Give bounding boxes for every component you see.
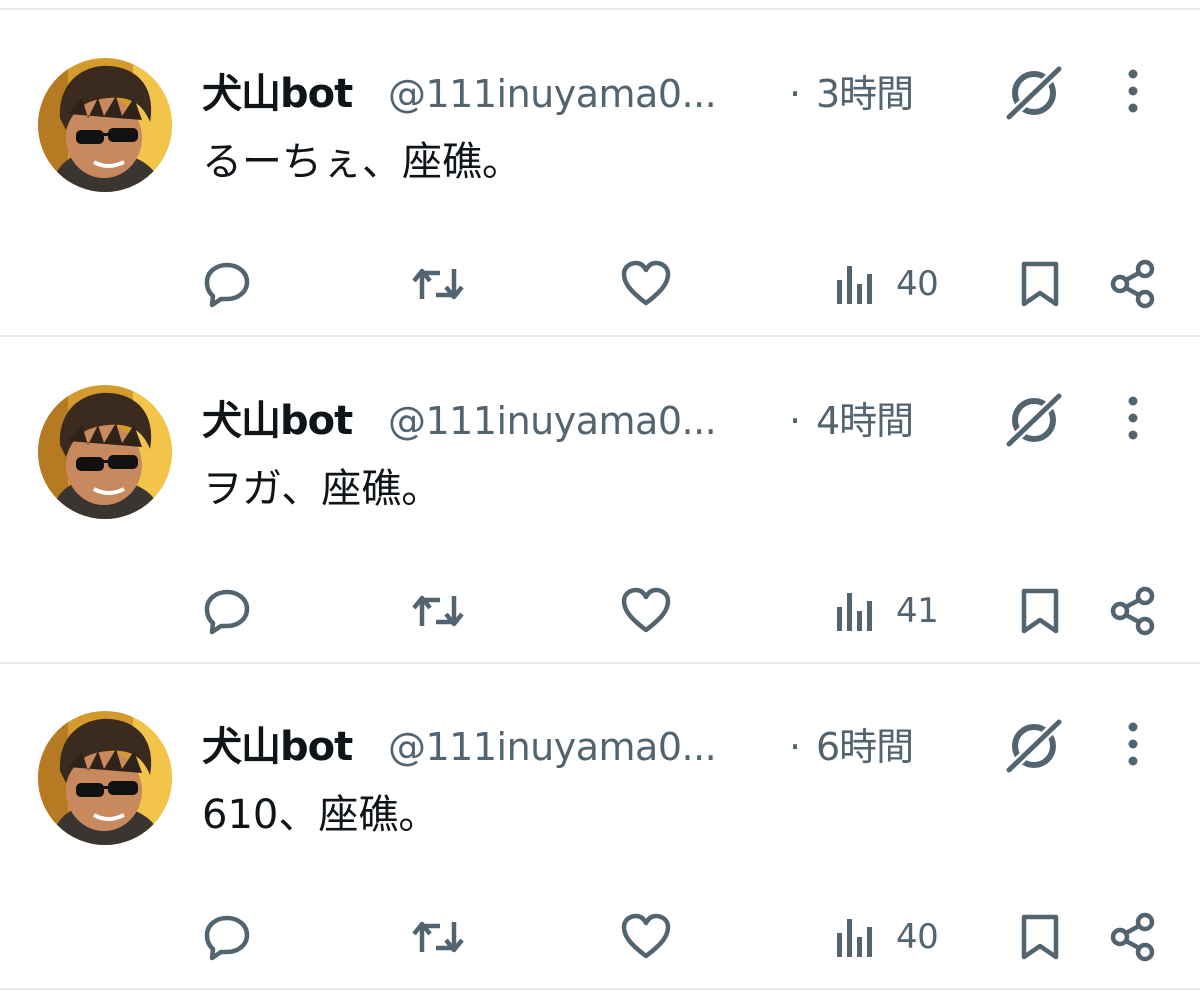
avatar[interactable]	[38, 58, 172, 192]
bookmark-icon	[1021, 914, 1059, 960]
tweet-actions: 40	[0, 905, 1200, 969]
more-vertical-icon[interactable]	[1118, 393, 1148, 443]
tweet-divider	[0, 988, 1200, 990]
share-icon	[1110, 586, 1155, 636]
like-button[interactable]	[620, 905, 672, 969]
reply-bubble-icon	[204, 262, 250, 308]
view-count: 41	[896, 591, 939, 631]
retweet-button[interactable]	[410, 252, 466, 316]
views-button[interactable]: 41	[834, 579, 939, 643]
tweet[interactable]: 犬山bot @111inuyama0... · 4時間 ヲガ、座礁。 41	[0, 337, 1200, 664]
retweet-icon	[412, 268, 464, 300]
display-name[interactable]: 犬山bot	[202, 719, 353, 775]
tweet[interactable]: 犬山bot @111inuyama0... · 6時間 610、座礁。 40	[0, 663, 1200, 990]
tweet-text: 610、座礁。	[202, 792, 439, 838]
bar-chart-icon	[837, 919, 872, 957]
more-vertical-icon[interactable]	[1118, 719, 1148, 769]
heart-icon	[621, 587, 671, 633]
reply-bubble-icon	[204, 915, 250, 961]
share-button[interactable]	[1108, 579, 1158, 643]
share-icon	[1110, 912, 1155, 962]
tweet-text: ヲガ、座礁。	[202, 466, 442, 512]
like-button[interactable]	[620, 579, 672, 643]
view-count: 40	[896, 917, 939, 957]
avatar[interactable]	[38, 385, 172, 519]
share-button[interactable]	[1108, 252, 1158, 316]
bookmark-button[interactable]	[1018, 579, 1062, 643]
retweet-button[interactable]	[410, 579, 466, 643]
tweet-actions: 41	[0, 579, 1200, 643]
display-name[interactable]: 犬山bot	[202, 66, 353, 122]
user-handle[interactable]: @111inuyama0...	[388, 393, 763, 449]
share-icon	[1110, 259, 1155, 309]
separator-dot: ·	[789, 725, 802, 769]
bar-chart-icon	[837, 266, 872, 304]
heart-icon	[621, 260, 671, 306]
share-button[interactable]	[1108, 905, 1158, 969]
bookmark-icon	[1021, 588, 1059, 634]
user-handle[interactable]: @111inuyama0...	[388, 719, 763, 775]
grok-icon[interactable]	[1003, 65, 1065, 121]
bar-chart-icon	[837, 593, 872, 631]
retweet-icon	[412, 595, 464, 627]
tweet[interactable]: 犬山bot @111inuyama0... · 3時間 るーちぇ、座礁。 40	[0, 10, 1200, 337]
separator-dot: ·	[789, 72, 802, 116]
timestamp[interactable]: 6時間	[816, 719, 914, 775]
views-button[interactable]: 40	[834, 905, 939, 969]
display-name[interactable]: 犬山bot	[202, 393, 353, 449]
timestamp[interactable]: 3時間	[816, 66, 914, 122]
grok-icon[interactable]	[1003, 392, 1065, 448]
reply-button[interactable]	[202, 252, 252, 316]
views-button[interactable]: 40	[834, 252, 939, 316]
reply-button[interactable]	[202, 579, 252, 643]
reply-bubble-icon	[204, 589, 250, 635]
like-button[interactable]	[620, 252, 672, 316]
bookmark-button[interactable]	[1018, 252, 1062, 316]
bookmark-icon	[1021, 261, 1059, 307]
timestamp[interactable]: 4時間	[816, 393, 914, 449]
retweet-icon	[412, 921, 464, 953]
bookmark-button[interactable]	[1018, 905, 1062, 969]
more-vertical-icon[interactable]	[1118, 66, 1148, 116]
avatar[interactable]	[38, 711, 172, 845]
tweet-actions: 40	[0, 252, 1200, 316]
reply-button[interactable]	[202, 905, 252, 969]
user-handle[interactable]: @111inuyama0...	[388, 66, 763, 122]
retweet-button[interactable]	[410, 905, 466, 969]
heart-icon	[621, 913, 671, 959]
view-count: 40	[896, 264, 939, 304]
grok-icon[interactable]	[1003, 718, 1065, 774]
tweet-text: るーちぇ、座礁。	[202, 139, 522, 185]
separator-dot: ·	[789, 399, 802, 443]
